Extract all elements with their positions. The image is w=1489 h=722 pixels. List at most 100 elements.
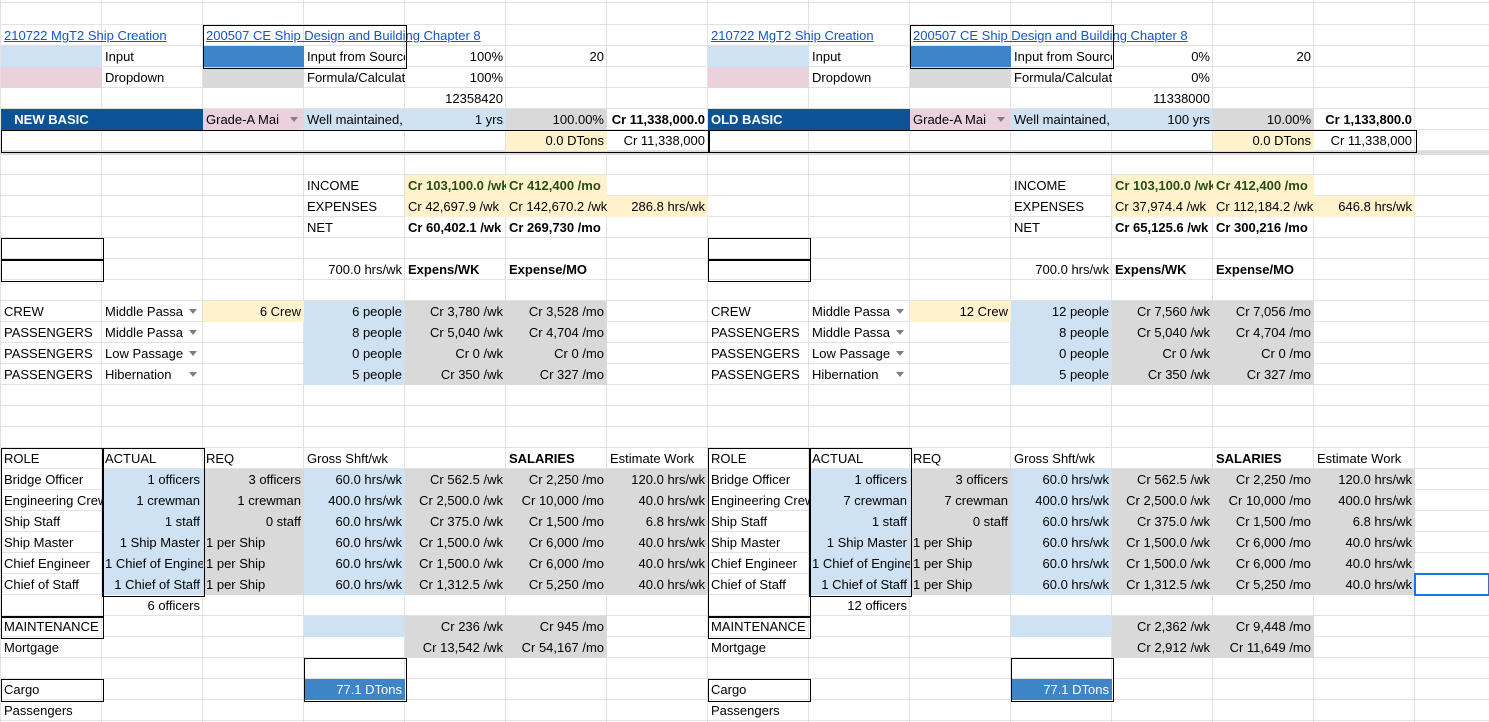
cell-m10[interactable]: Cr 112,184.2 /wk: [1213, 196, 1314, 217]
cell-i29[interactable]: 12 officers: [809, 595, 910, 616]
cell-a3[interactable]: [1, 46, 102, 67]
cell-f9[interactable]: Cr 412,400 /mo: [506, 175, 607, 196]
cell-a18[interactable]: PASSENGERS: [1, 364, 102, 385]
cell-c26[interactable]: 1 per Ship: [203, 532, 304, 553]
linked-sheet-a2[interactable]: 210722 MgT2 Ship Creation: [1, 25, 167, 46]
chevron-down-icon[interactable]: [290, 117, 298, 122]
cell-g23[interactable]: 120.0 hrs/wk: [607, 469, 708, 490]
cell-h6[interactable]: OLD BASIC: [708, 109, 809, 130]
cell-k17[interactable]: 0 people: [1011, 343, 1112, 364]
cell-m3[interactable]: 20: [1213, 46, 1314, 67]
cell-m31[interactable]: Cr 11,649 /mo: [1213, 637, 1314, 658]
cell-d27[interactable]: 60.0 hrs/wk: [304, 553, 405, 574]
cell-c23[interactable]: 3 officers: [203, 469, 304, 490]
cell-m6[interactable]: 10.00%: [1213, 109, 1314, 130]
cell-i16[interactable]: Middle Passa: [809, 322, 910, 343]
cell-f25[interactable]: Cr 1,500 /mo: [506, 511, 607, 532]
cell-k18[interactable]: 5 people: [1011, 364, 1112, 385]
cell-d13[interactable]: 700.0 hrs/wk: [304, 259, 405, 280]
cell-d9[interactable]: INCOME: [304, 175, 405, 196]
cell-j27[interactable]: 1 per Ship: [910, 553, 1011, 574]
cell-d4[interactable]: Formula/Calculated: [304, 67, 405, 88]
cell-n28[interactable]: 40.0 hrs/wk: [1314, 574, 1415, 595]
chevron-down-icon[interactable]: [189, 330, 197, 335]
cell-h17[interactable]: PASSENGERS: [708, 343, 809, 364]
cell-k15[interactable]: 12 people: [1011, 301, 1112, 322]
cell-l26[interactable]: Cr 1,500.0 /wk: [1112, 532, 1213, 553]
cell-l25[interactable]: Cr 375.0 /wk: [1112, 511, 1213, 532]
cell-b4[interactable]: Dropdown: [102, 67, 203, 88]
cell-l15[interactable]: Cr 7,560 /wk: [1112, 301, 1213, 322]
cell-m28[interactable]: Cr 5,250 /mo: [1213, 574, 1314, 595]
cell-g26[interactable]: 40.0 hrs/wk: [607, 532, 708, 553]
cell-e5[interactable]: 12358420: [405, 88, 506, 109]
cell-l10[interactable]: Cr 37,974.4 /wk: [1112, 196, 1213, 217]
cell-d22[interactable]: Gross Shft/wk: [304, 448, 405, 469]
cell-l18[interactable]: Cr 350 /wk: [1112, 364, 1213, 385]
cell-m13[interactable]: Expense/MO: [1213, 259, 1314, 280]
cell-j28[interactable]: 1 per Ship: [910, 574, 1011, 595]
cell-m25[interactable]: Cr 1,500 /mo: [1213, 511, 1314, 532]
cell-a17[interactable]: PASSENGERS: [1, 343, 102, 364]
cell-m17[interactable]: Cr 0 /mo: [1213, 343, 1314, 364]
cell-m9[interactable]: Cr 412,400 /mo: [1213, 175, 1314, 196]
cell-g28[interactable]: 40.0 hrs/wk: [607, 574, 708, 595]
cell-g6[interactable]: Cr 11,338,000.0: [607, 109, 708, 130]
cell-c6[interactable]: Grade-A Mai: [203, 109, 304, 130]
cell-e10[interactable]: Cr 42,697.9 /wk: [405, 196, 506, 217]
cell-l24[interactable]: Cr 2,500.0 /wk: [1112, 490, 1213, 511]
cell-l28[interactable]: Cr 1,312.5 /wk: [1112, 574, 1213, 595]
cell-h15[interactable]: CREW: [708, 301, 809, 322]
cell-j4[interactable]: [910, 67, 1011, 88]
cell-e3[interactable]: 100%: [405, 46, 506, 67]
cell-a4[interactable]: [1, 67, 102, 88]
cell-f6[interactable]: 100.00%: [506, 109, 607, 130]
cell-e13[interactable]: Expens/WK: [405, 259, 506, 280]
cell-m23[interactable]: Cr 2,250 /mo: [1213, 469, 1314, 490]
cell-d6[interactable]: Well maintained,: [304, 109, 405, 130]
cell-b17[interactable]: Low Passage: [102, 343, 203, 364]
cell-f11[interactable]: Cr 269,730 /mo: [506, 217, 607, 238]
cell-d24[interactable]: 400.0 hrs/wk: [304, 490, 405, 511]
cell-m27[interactable]: Cr 6,000 /mo: [1213, 553, 1314, 574]
cell-d11[interactable]: NET: [304, 217, 405, 238]
cell-h18[interactable]: PASSENGERS: [708, 364, 809, 385]
cell-b29[interactable]: 6 officers: [102, 595, 203, 616]
cell-e26[interactable]: Cr 1,500.0 /wk: [405, 532, 506, 553]
cell-d10[interactable]: EXPENSES: [304, 196, 405, 217]
cell-g10[interactable]: 286.8 hrs/wk: [607, 196, 708, 217]
cell-l31[interactable]: Cr 2,912 /wk: [1112, 637, 1213, 658]
cell-b18[interactable]: Hibernation: [102, 364, 203, 385]
cell-k10[interactable]: EXPENSES: [1011, 196, 1112, 217]
cell-e31[interactable]: Cr 13,542 /wk: [405, 637, 506, 658]
cell-e6[interactable]: 1 yrs: [405, 109, 506, 130]
cell-l16[interactable]: Cr 5,040 /wk: [1112, 322, 1213, 343]
chevron-down-icon[interactable]: [896, 372, 904, 377]
cell-n27[interactable]: 40.0 hrs/wk: [1314, 553, 1415, 574]
cell-j15[interactable]: 12 Crew: [910, 301, 1011, 322]
cell-b6[interactable]: [102, 109, 203, 130]
cell-a6[interactable]: NEW BASIC: [1, 109, 102, 130]
cell-d26[interactable]: 60.0 hrs/wk: [304, 532, 405, 553]
cell-e15[interactable]: Cr 3,780 /wk: [405, 301, 506, 322]
cell-k28[interactable]: 60.0 hrs/wk: [1011, 574, 1112, 595]
cell-f27[interactable]: Cr 6,000 /mo: [506, 553, 607, 574]
chevron-down-icon[interactable]: [896, 330, 904, 335]
cell-d28[interactable]: 60.0 hrs/wk: [304, 574, 405, 595]
cell-i15[interactable]: Middle Passa: [809, 301, 910, 322]
cell-k13[interactable]: 700.0 hrs/wk: [1011, 259, 1112, 280]
linked-sheet-h2[interactable]: 210722 MgT2 Ship Creation: [708, 25, 874, 46]
cell-i17[interactable]: Low Passage: [809, 343, 910, 364]
cell-e11[interactable]: Cr 60,402.1 /wk: [405, 217, 506, 238]
cell-d17[interactable]: 0 people: [304, 343, 405, 364]
cell-c25[interactable]: 0 staff: [203, 511, 304, 532]
chevron-down-icon[interactable]: [189, 309, 197, 314]
cell-h16[interactable]: PASSENGERS: [708, 322, 809, 343]
cell-f31[interactable]: Cr 54,167 /mo: [506, 637, 607, 658]
cell-h34[interactable]: Passengers: [708, 700, 809, 721]
cell-a16[interactable]: PASSENGERS: [1, 322, 102, 343]
spreadsheet-grid[interactable]: 210722 MgT2 Ship Creation 200507 CE Ship …: [0, 0, 1489, 722]
chevron-down-icon[interactable]: [997, 117, 1005, 122]
cell-j24[interactable]: 7 crewman: [910, 490, 1011, 511]
cell-f30[interactable]: Cr 945 /mo: [506, 616, 607, 637]
